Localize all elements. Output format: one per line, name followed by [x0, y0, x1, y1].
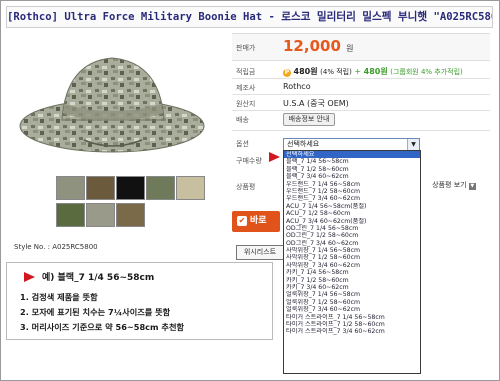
dropdown-option[interactable]: ACU_7 1/4 56~58cm(품절): [284, 203, 420, 210]
thumbnail-black[interactable]: [116, 176, 145, 200]
red-arrow-icon: [24, 272, 35, 282]
thumbnail-acu[interactable]: [86, 203, 115, 227]
dropdown-option[interactable]: 우드랜드_7 1/4 56~58cm: [284, 181, 420, 188]
dropdown-option[interactable]: 우드랜드_7 3/4 60~62cm: [284, 195, 420, 202]
shipping-info-button[interactable]: 배송정보 안내: [283, 113, 335, 126]
dropdown-option[interactable]: 선택하세요: [284, 151, 420, 159]
check-icon: ✔: [237, 215, 247, 226]
points-label: 적립금: [236, 68, 256, 76]
dropdown-option[interactable]: 카키_7 1/4 56~58cm: [284, 269, 420, 276]
note-line: 1. 검정색 제품을 뜻함: [20, 292, 98, 302]
origin-label: 원산지: [236, 100, 256, 108]
points-value: P 480원 (4% 적립) + 480원 (그룹회원 4% 추가적립): [283, 67, 463, 77]
page-title: [Rothco] Ultra Force Military Boonie Hat…: [6, 6, 493, 28]
dropdown-option[interactable]: 블랙_7 3/4 60~62cm: [284, 173, 420, 180]
thumbnail-od-green[interactable]: [146, 176, 175, 200]
dropdown-option[interactable]: 블랙_7 1/2 58~60cm: [284, 166, 420, 173]
dropdown-option[interactable]: OD그린_7 3/4 60~62cm: [284, 240, 420, 247]
dropdown-option[interactable]: OD그린_7 1/2 58~60cm: [284, 232, 420, 239]
dropdown-option[interactable]: 타이거 스트라이프_7 1/4 56~58cm: [284, 314, 420, 321]
divider: [232, 78, 490, 79]
dropdown-option[interactable]: 타이거 스트라이프_7 1/2 58~60cm: [284, 321, 420, 328]
dropdown-option[interactable]: 사막위장_7 1/4 56~58cm: [284, 247, 420, 254]
dropdown-option[interactable]: 블랙_7 1/4 56~58cm: [284, 158, 420, 165]
maker-label: 제조사: [236, 84, 256, 92]
points-icon: P: [283, 69, 291, 77]
note-line: 3. 머리사이즈 기준으로 약 56~58cm 추천함: [20, 322, 185, 332]
shipping-label: 배송: [236, 116, 249, 124]
price-label: 판매가: [236, 44, 256, 52]
divider: [232, 130, 490, 131]
price-box: [232, 33, 490, 61]
dropdown-option[interactable]: ACU_7 1/2 58~60cm: [284, 210, 420, 217]
dropdown-option[interactable]: 얼룩위장_7 3/4 60~62cm: [284, 306, 420, 313]
dropdown-option[interactable]: 얼룩위장_7 1/2 58~60cm: [284, 299, 420, 306]
thumbnail-khaki[interactable]: [176, 176, 205, 200]
dropdown-option[interactable]: 사막위장_7 3/4 60~62cm: [284, 262, 420, 269]
divider: [232, 94, 490, 95]
red-arrow-pointer: [269, 152, 280, 162]
option-label: 옵션: [236, 140, 249, 148]
maker-value: Rothco: [283, 82, 311, 91]
style-number: Style No. : A025RC5800: [14, 243, 98, 251]
product-image[interactable]: [14, 40, 212, 168]
option-dropdown-list[interactable]: 선택하세요 블랙_7 1/4 56~58cm 블랙_7 1/2 58~60cm 블랙_…: [283, 150, 421, 374]
dropdown-option[interactable]: ACU_7 3/4 60~62cm(품절): [284, 218, 420, 225]
divider: [232, 110, 490, 111]
dropdown-option[interactable]: 얼룩위장_7 1/4 56~58cm: [284, 291, 420, 298]
buy-now-button[interactable]: ✔ 바로: [232, 211, 280, 232]
chevron-down-icon[interactable]: ▼: [407, 139, 419, 150]
wishlist-button[interactable]: 위시리스트: [236, 245, 284, 260]
note-line: 2. 모자에 표기된 치수는 7¼사이즈를 뜻함: [20, 307, 171, 317]
thumbnail-woodland-2[interactable]: [56, 203, 85, 227]
thumbnail-tiger[interactable]: [116, 203, 145, 227]
dropdown-option[interactable]: 우드랜드_7 1/2 58~60cm: [284, 188, 420, 195]
price-value: 12,000 원: [283, 37, 354, 55]
dropdown-option[interactable]: 카키_7 3/4 60~62cm: [284, 284, 420, 291]
dropdown-option[interactable]: 타이거 스트라이프_7 3/4 60~62cm: [284, 328, 420, 335]
thumbnail-woodland[interactable]: [86, 176, 115, 200]
dropdown-option[interactable]: 사막위장_7 1/2 58~60cm: [284, 254, 420, 261]
review-view-button[interactable]: 상품평 보기 ▼: [428, 180, 480, 191]
note-heading: 예) 블랙_7 1/4 56~58cm: [42, 273, 155, 283]
thumbnail-camo-hat[interactable]: [56, 176, 85, 200]
dropdown-option[interactable]: OD그린_7 1/4 56~58cm: [284, 225, 420, 232]
dropdown-option[interactable]: 카키_7 1/2 58~60cm: [284, 277, 420, 284]
quantity-label: 구매수량: [236, 157, 262, 165]
review-label: 상품평: [236, 183, 256, 191]
origin-value: U.S.A (중국 OEM): [283, 99, 349, 108]
